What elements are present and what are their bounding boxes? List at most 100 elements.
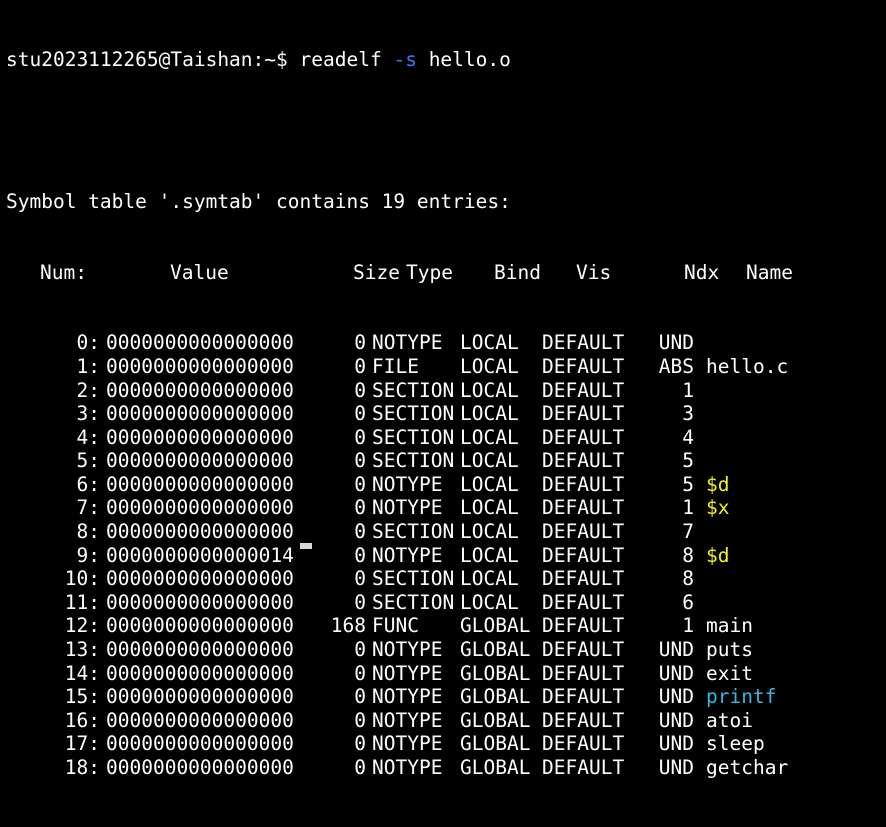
row-type: NOTYPE	[372, 756, 443, 779]
row-value: 0000000000000000	[106, 425, 294, 449]
row-vis: DEFAULT	[542, 590, 625, 614]
row-bind: LOCAL	[460, 567, 519, 591]
row-type: SECTION	[372, 520, 455, 544]
terminal-cursor	[300, 543, 312, 549]
row-ndx: 8	[682, 567, 694, 591]
row-bind: LOCAL	[460, 496, 519, 520]
row-bind: GLOBAL	[460, 756, 531, 779]
table-row: 7: 0000000000000000 0 NOTYPE LOCAL DEFAULT 1 $x	[6, 496, 886, 520]
row-name: atoi	[706, 708, 753, 732]
row-num: 18:	[64, 756, 100, 779]
row-type: NOTYPE	[372, 543, 443, 567]
row-name: exit	[706, 661, 753, 685]
row-num: 11:	[64, 590, 100, 614]
row-vis: DEFAULT	[542, 732, 625, 756]
table-row: 1: 0000000000000000 0 FILE LOCAL DEFAULT ABS he…	[6, 355, 886, 379]
row-type: NOTYPE	[372, 638, 443, 662]
row-size: 0	[354, 661, 366, 685]
row-value: 0000000000000000	[106, 638, 294, 662]
row-value: 0000000000000000	[106, 708, 294, 732]
row-num: 1:	[76, 354, 100, 378]
row-vis: DEFAULT	[542, 425, 625, 449]
row-type: SECTION	[372, 449, 455, 473]
table-row: 5: 0000000000000000 0 SECTION LOCAL DEFAULT 5	[6, 449, 886, 473]
row-ndx: UND	[658, 331, 694, 355]
row-num: 0:	[76, 331, 100, 355]
row-num: 15:	[64, 685, 100, 709]
table-row: 13: 0000000000000000 0 NOTYPE GLOBAL DEFAULT U…	[6, 638, 886, 662]
row-size: 0	[354, 638, 366, 662]
row-num: 9:	[76, 543, 100, 567]
row-type: FUNC	[372, 614, 419, 638]
row-ndx: 5	[682, 449, 694, 473]
row-vis: DEFAULT	[542, 496, 625, 520]
symbol-table-rows: 0: 0000000000000000 0 NOTYPE LOCAL DEFAULT UND…	[6, 331, 886, 779]
row-num: 14:	[64, 661, 100, 685]
row-value: 0000000000000014	[106, 543, 294, 567]
row-ndx: 6	[682, 590, 694, 614]
row-name: sleep	[706, 732, 765, 756]
table-row: 8: 0000000000000000 0 SECTION LOCAL DEFAULT 7	[6, 520, 886, 544]
row-num: 2:	[76, 378, 100, 402]
row-ndx: 5	[682, 472, 694, 496]
row-name: $x	[706, 496, 730, 520]
header-size: Size	[353, 260, 400, 284]
row-vis: DEFAULT	[542, 661, 625, 685]
row-bind: LOCAL	[460, 449, 519, 473]
prompt-flag: -s	[393, 48, 417, 72]
table-row: 2: 0000000000000000 0 SECTION LOCAL DEFAULT 1	[6, 379, 886, 403]
row-bind: GLOBAL	[460, 685, 531, 709]
row-value: 0000000000000000	[106, 756, 294, 779]
row-name: puts	[706, 638, 753, 662]
terminal-window[interactable]: stu2023112265@Taishan:~$ readelf -s hell…	[0, 0, 886, 779]
row-bind: GLOBAL	[460, 708, 531, 732]
row-value: 0000000000000000	[106, 520, 294, 544]
row-num: 17:	[64, 732, 100, 756]
row-name: getchar	[706, 756, 789, 779]
row-size: 0	[354, 449, 366, 473]
header-value: Value	[170, 260, 229, 284]
row-num: 8:	[76, 520, 100, 544]
row-bind: LOCAL	[460, 354, 519, 378]
row-vis: DEFAULT	[542, 354, 625, 378]
row-num: 6:	[76, 472, 100, 496]
row-name: $d	[706, 472, 730, 496]
row-vis: DEFAULT	[542, 331, 625, 355]
row-size: 0	[354, 354, 366, 378]
row-size: 0	[354, 520, 366, 544]
row-num: 12:	[64, 614, 100, 638]
row-ndx: 1	[682, 378, 694, 402]
prompt-line: stu2023112265@Taishan:~$ readelf -s hell…	[6, 48, 886, 72]
row-bind: GLOBAL	[460, 638, 531, 662]
table-row: 3: 0000000000000000 0 SECTION LOCAL DEFAULT 3	[6, 402, 886, 426]
table-row: 6: 0000000000000000 0 NOTYPE LOCAL DEFAULT 5 $d	[6, 473, 886, 497]
row-type: SECTION	[372, 425, 455, 449]
row-bind: LOCAL	[460, 402, 519, 426]
row-size: 0	[354, 496, 366, 520]
row-bind: LOCAL	[460, 543, 519, 567]
row-ndx: ABS	[658, 354, 694, 378]
row-ndx: 1	[682, 614, 694, 638]
row-name: hello.c	[706, 354, 789, 378]
row-vis: DEFAULT	[542, 378, 625, 402]
table-row: 11: 0000000000000000 0 SECTION LOCAL DEFAULT 6	[6, 591, 886, 615]
row-num: 13:	[64, 638, 100, 662]
row-value: 0000000000000000	[106, 614, 294, 638]
row-size: 0	[354, 756, 366, 779]
row-ndx: UND	[658, 756, 694, 779]
row-type: NOTYPE	[372, 472, 443, 496]
table-row: 16: 0000000000000000 0 NOTYPE GLOBAL DEFAULT U…	[6, 709, 886, 733]
table-row: 17: 0000000000000000 0 NOTYPE GLOBAL DEFAULT U…	[6, 732, 886, 756]
row-vis: DEFAULT	[542, 449, 625, 473]
row-bind: LOCAL	[460, 472, 519, 496]
row-name: main	[706, 614, 753, 638]
row-size: 0	[354, 567, 366, 591]
row-ndx: 7	[682, 520, 694, 544]
row-type: SECTION	[372, 402, 455, 426]
row-ndx: 4	[682, 425, 694, 449]
row-vis: DEFAULT	[542, 638, 625, 662]
row-bind: LOCAL	[460, 425, 519, 449]
prompt-argument: hello.o	[428, 48, 511, 72]
header-type: Type	[406, 260, 453, 284]
